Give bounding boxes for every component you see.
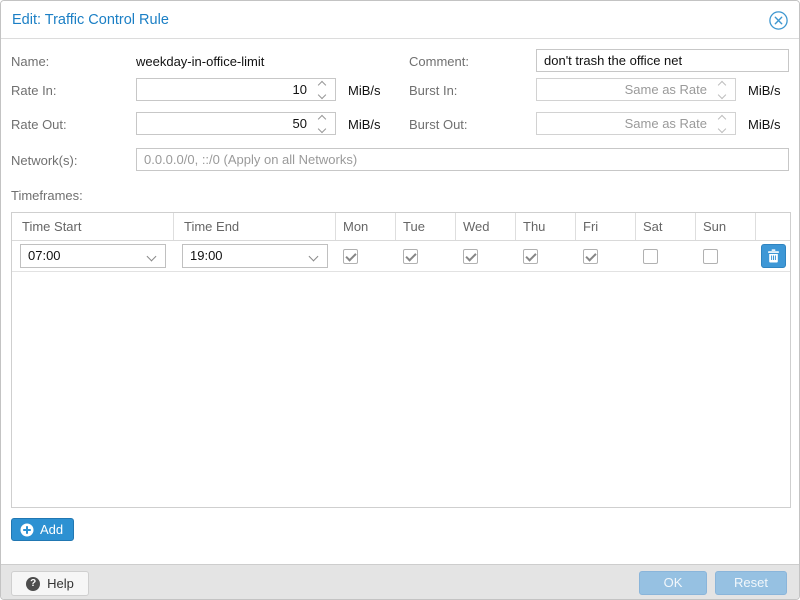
column-header-tue[interactable]: Tue [396, 213, 456, 240]
footer-bar: ? Help OK Reset [1, 564, 799, 600]
checkbox-wed[interactable] [463, 249, 478, 264]
burst-in-label: Burst In: [409, 83, 457, 98]
column-header-sat[interactable]: Sat [636, 213, 696, 240]
trash-icon [767, 249, 780, 263]
rate-out-input[interactable] [137, 113, 335, 134]
title-bar: Edit: Traffic Control Rule [1, 1, 799, 39]
column-header-sun[interactable]: Sun [696, 213, 756, 240]
day-headers: MonTueWedThuFriSatSun [336, 213, 756, 240]
name-value: weekday-in-office-limit [136, 54, 264, 69]
networks-label: Network(s): [11, 153, 77, 168]
checkbox-sun[interactable] [703, 249, 718, 264]
help-button[interactable]: ? Help [11, 571, 89, 596]
plus-circle-icon [20, 523, 34, 537]
close-icon[interactable] [769, 11, 788, 30]
spinner-up-icon[interactable] [318, 80, 326, 88]
time-end-value: 19:00 [190, 245, 223, 267]
table-header-row: Time Start Time End MonTueWedThuFriSatSu… [12, 213, 790, 241]
ok-button[interactable]: OK [639, 571, 707, 595]
name-label: Name: [11, 54, 49, 69]
day-checkboxes [336, 249, 756, 264]
column-header-actions [756, 213, 790, 240]
spinner-down-icon[interactable] [718, 124, 726, 132]
column-header-fri[interactable]: Fri [576, 213, 636, 240]
rate-in-input[interactable] [137, 79, 335, 100]
delete-row-button[interactable] [761, 244, 786, 268]
burst-in-spinner[interactable] [714, 79, 730, 100]
spinner-down-icon[interactable] [718, 90, 726, 98]
spinner-up-icon[interactable] [718, 80, 726, 88]
spinner-up-icon[interactable] [718, 114, 726, 122]
checkbox-fri[interactable] [583, 249, 598, 264]
burst-out-unit: MiB/s [748, 117, 781, 132]
add-button[interactable]: Add [11, 518, 74, 541]
burst-out-field-wrap [536, 112, 736, 135]
checkbox-mon[interactable] [343, 249, 358, 264]
rate-out-unit: MiB/s [348, 117, 381, 132]
time-start-combo[interactable]: 07:00 [20, 244, 166, 268]
column-header-mon[interactable]: Mon [336, 213, 396, 240]
rate-out-label: Rate Out: [11, 117, 67, 132]
reset-button[interactable]: Reset [715, 571, 787, 595]
checkbox-thu[interactable] [523, 249, 538, 264]
help-button-label: Help [47, 576, 74, 591]
rate-in-unit: MiB/s [348, 83, 381, 98]
burst-out-label: Burst Out: [409, 117, 468, 132]
dialog-title: Edit: Traffic Control Rule [12, 1, 169, 39]
comment-field-wrap [536, 49, 789, 72]
networks-field-wrap [136, 148, 789, 171]
rate-in-spinner[interactable] [314, 79, 330, 100]
timeframe-row: 07:00 19:00 [12, 241, 790, 272]
time-start-value: 07:00 [28, 245, 61, 267]
column-header-thu[interactable]: Thu [516, 213, 576, 240]
rate-out-spinner[interactable] [314, 113, 330, 134]
spinner-down-icon[interactable] [318, 124, 326, 132]
edit-traffic-control-rule-dialog: Edit: Traffic Control Rule Name: weekday… [0, 0, 800, 600]
checkbox-sat[interactable] [643, 249, 658, 264]
burst-in-input[interactable] [537, 79, 735, 100]
time-end-combo[interactable]: 19:00 [182, 244, 328, 268]
checkbox-tue[interactable] [403, 249, 418, 264]
rate-in-label: Rate In: [11, 83, 57, 98]
add-button-label: Add [40, 522, 63, 537]
column-header-time-end[interactable]: Time End [174, 213, 336, 240]
question-circle-icon: ? [26, 577, 40, 591]
timeframes-label: Timeframes: [11, 188, 83, 203]
burst-out-spinner[interactable] [714, 113, 730, 134]
column-header-time-start[interactable]: Time Start [12, 213, 174, 240]
burst-in-field-wrap [536, 78, 736, 101]
comment-label: Comment: [409, 54, 469, 69]
spinner-up-icon[interactable] [318, 114, 326, 122]
chevron-down-icon [147, 252, 157, 262]
spinner-down-icon[interactable] [318, 90, 326, 98]
rate-out-field-wrap [136, 112, 336, 135]
chevron-down-icon [309, 252, 319, 262]
rate-in-field-wrap [136, 78, 336, 101]
timeframes-table: Time Start Time End MonTueWedThuFriSatSu… [11, 212, 791, 508]
column-header-wed[interactable]: Wed [456, 213, 516, 240]
comment-input[interactable] [537, 50, 788, 71]
burst-out-input[interactable] [537, 113, 735, 134]
networks-input[interactable] [137, 149, 788, 170]
burst-in-unit: MiB/s [748, 83, 781, 98]
